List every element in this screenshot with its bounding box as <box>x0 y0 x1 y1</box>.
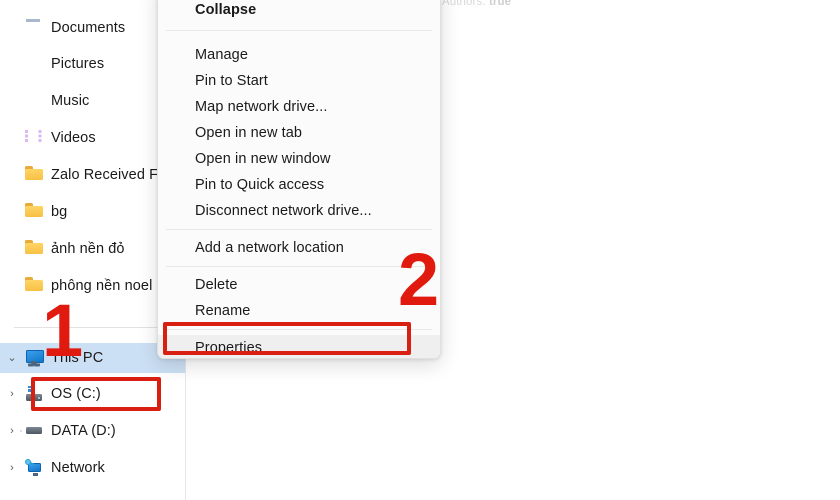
sidebar-item-data-d[interactable]: › DATA (D:) <box>0 416 186 446</box>
chevron-right-icon: › <box>0 133 24 144</box>
chevron-right-icon: › <box>0 281 24 292</box>
context-menu-item-manage[interactable]: Manage <box>158 42 440 68</box>
context-menu-item-pin-to-quick-access[interactable]: Pin to Quick access <box>158 172 440 198</box>
context-menu-divider <box>166 329 432 330</box>
context-menu-item-delete[interactable]: Delete <box>158 272 440 298</box>
sidebar-item-label: ảnh nền đỏ <box>51 241 125 257</box>
folder-icon <box>24 240 44 258</box>
context-menu-item-open-in-new-window[interactable]: Open in new window <box>158 146 440 172</box>
sidebar-item-label: phông nền noel <box>51 278 153 294</box>
chevron-right-icon: › <box>0 96 24 107</box>
clipped-top-text-prefix: Authors: <box>442 0 489 8</box>
chevron-right-icon[interactable]: › <box>0 462 24 474</box>
context-menu-item-add-a-network-location[interactable]: Add a network location <box>158 235 440 261</box>
context-menu-item-label: Open in new window <box>195 151 331 167</box>
context-menu-divider <box>166 30 432 31</box>
clipped-top-text: Authors: true <box>442 0 511 8</box>
folder-icon <box>24 166 44 184</box>
context-menu-item-label: Properties <box>195 340 263 356</box>
chevron-right-icon: › <box>0 207 24 218</box>
document-icon <box>24 19 44 37</box>
context-menu-item-map-network-drive[interactable]: Map network drive... <box>158 94 440 120</box>
sidebar-item-label: Music <box>51 93 90 109</box>
pictures-icon <box>24 55 44 73</box>
explorer-screenshot: Authors: true › Documents › Pictures › M… <box>0 0 840 500</box>
chevron-right-icon: › <box>0 170 24 181</box>
chevron-right-icon: › <box>0 23 24 34</box>
context-menu-divider <box>166 266 432 267</box>
sidebar-item-label: This PC <box>51 350 104 366</box>
context-menu-item-pin-to-start[interactable]: Pin to Start <box>158 68 440 94</box>
context-menu-item-label: Pin to Start <box>195 73 268 89</box>
context-menu-item-properties[interactable]: Properties <box>158 335 440 358</box>
videos-icon <box>24 129 44 147</box>
sidebar-item-label: OS (C:) <box>51 386 101 402</box>
sidebar-item-network[interactable]: › Network <box>0 453 186 483</box>
context-menu-item-collapse[interactable]: Collapse <box>158 0 440 25</box>
sidebar-item-label: Zalo Received Fi <box>51 167 162 183</box>
context-menu-item-label: Map network drive... <box>195 99 328 115</box>
sidebar-item-os-c[interactable]: › OS (C:) <box>0 379 186 409</box>
sidebar-item-label: DATA (D:) <box>51 423 116 439</box>
sidebar-item-label: bg <box>51 204 68 220</box>
network-icon <box>24 459 44 477</box>
sidebar-item-label: Network <box>51 460 105 476</box>
context-menu-item-open-in-new-tab[interactable]: Open in new tab <box>158 120 440 146</box>
context-menu-item-label: Delete <box>195 277 238 293</box>
context-menu-divider <box>166 229 432 230</box>
this-pc-icon <box>24 349 44 367</box>
drive-icon <box>24 422 44 440</box>
chevron-down-icon[interactable]: ⌄ <box>0 352 24 364</box>
context-menu-item-label: Rename <box>195 303 251 319</box>
context-menu[interactable]: Collapse Manage Pin to Start Map network… <box>157 0 441 359</box>
sidebar-item-label: Documents <box>51 20 126 36</box>
context-menu-item-label: Pin to Quick access <box>195 177 325 193</box>
sidebar-item-label: Videos <box>51 130 96 146</box>
drive-os-icon <box>24 385 44 403</box>
music-icon <box>24 92 44 110</box>
context-menu-item-label: Manage <box>195 47 248 63</box>
folder-icon <box>24 203 44 221</box>
chevron-right-icon[interactable]: › <box>0 388 24 400</box>
context-menu-item-disconnect-network-drive[interactable]: Disconnect network drive... <box>158 198 440 224</box>
sidebar-item-label: Pictures <box>51 56 105 72</box>
folder-icon <box>24 277 44 295</box>
context-menu-item-label: Collapse <box>195 2 257 18</box>
chevron-right-icon: › <box>0 244 24 255</box>
context-menu-item-label: Open in new tab <box>195 125 303 141</box>
context-menu-item-rename[interactable]: Rename <box>158 298 440 324</box>
context-menu-item-label: Disconnect network drive... <box>195 203 372 219</box>
clipped-top-text-value: true <box>488 0 512 8</box>
context-menu-item-label: Add a network location <box>195 240 344 256</box>
